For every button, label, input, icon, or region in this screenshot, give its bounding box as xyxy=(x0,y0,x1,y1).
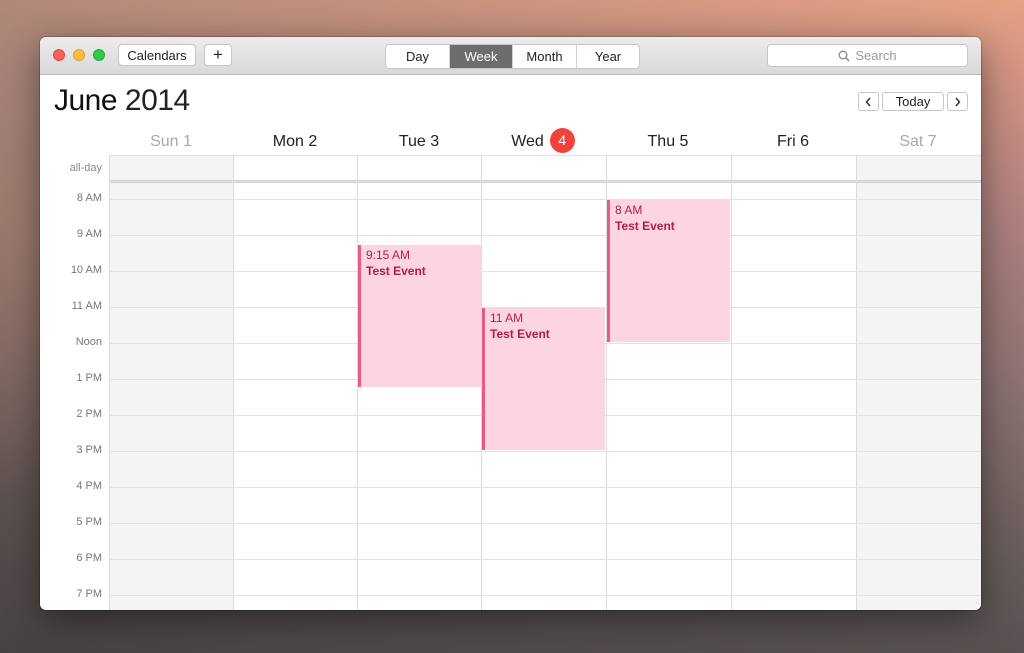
column-divider xyxy=(731,155,732,610)
weekend-column xyxy=(856,155,981,610)
view-week-button[interactable]: Week xyxy=(450,45,513,68)
search-field[interactable]: Search xyxy=(767,44,968,67)
hour-label: 5 PM xyxy=(76,516,102,528)
search-icon xyxy=(838,50,850,61)
hour-line xyxy=(109,523,981,524)
search-placeholder: Search xyxy=(855,48,897,63)
day-header-1[interactable]: Mon 2 xyxy=(233,129,357,155)
day-name: Sat 7 xyxy=(899,133,937,150)
hour-label: 2 PM xyxy=(76,408,102,420)
day-header-5[interactable]: Fri 6 xyxy=(731,129,855,155)
chevron-right-icon xyxy=(955,97,961,106)
day-header-6[interactable]: Sat 7 xyxy=(856,129,980,155)
day-name: Tue 3 xyxy=(398,133,440,150)
calendar-event[interactable]: 8 AM Test Event xyxy=(607,200,730,342)
column-divider xyxy=(109,155,110,610)
toolbar: Calendars + Day Week Month Year Search xyxy=(40,37,981,75)
day-name: Fri 6 xyxy=(777,133,809,150)
hour-label: 7 PM xyxy=(76,588,102,600)
hour-label: 3 PM xyxy=(76,444,102,456)
calendar-event[interactable]: 11 AM Test Event xyxy=(482,308,605,450)
page-title: June 2014 xyxy=(54,84,190,118)
event-title: Test Event xyxy=(490,327,550,341)
hour-line xyxy=(109,559,981,560)
chevron-left-icon xyxy=(865,97,871,106)
today-date-badge: 4 xyxy=(549,128,575,154)
next-week-button[interactable] xyxy=(947,92,968,111)
hour-line xyxy=(109,451,981,452)
view-month-button[interactable]: Month xyxy=(513,45,577,68)
hour-label: 1 PM xyxy=(76,372,102,384)
day-name: Mon 2 xyxy=(272,133,318,150)
week-grid: all-day 8 AM 9 AM 10 AM 11 AM Noon 1 PM 2 PM 3 P… xyxy=(40,155,981,610)
hour-label: Noon xyxy=(75,336,102,348)
hour-label: 4 PM xyxy=(76,480,102,492)
minimize-window-button[interactable] xyxy=(73,49,85,61)
weekend-column xyxy=(109,155,234,610)
day-header-3[interactable]: Wed 4 xyxy=(481,128,605,155)
grid-top-line xyxy=(109,155,981,156)
hour-line xyxy=(109,199,981,200)
column-divider xyxy=(856,155,857,610)
event-title: Test Event xyxy=(366,264,426,278)
allday-label: all-day xyxy=(69,162,102,174)
day-header-0[interactable]: Sun 1 xyxy=(109,129,233,155)
event-title: Test Event xyxy=(615,219,675,233)
hour-line xyxy=(109,235,981,236)
view-year-button[interactable]: Year xyxy=(577,45,639,68)
month-label: June xyxy=(54,84,118,117)
day-name: Thu 5 xyxy=(647,133,689,150)
event-time: 8 AM xyxy=(615,203,643,217)
hour-label: 8 AM xyxy=(76,192,102,204)
day-name: Wed xyxy=(511,133,544,150)
hour-label: 11 AM xyxy=(71,300,102,312)
calendars-button[interactable]: Calendars xyxy=(118,44,196,66)
hour-label: 10 AM xyxy=(70,264,102,276)
view-day-button[interactable]: Day xyxy=(386,45,450,68)
prev-week-button[interactable] xyxy=(858,92,879,111)
half-hour-line xyxy=(109,181,981,182)
hour-line xyxy=(109,271,981,272)
hour-label: 6 PM xyxy=(76,552,102,564)
calendar-event[interactable]: 9:15 AM Test Event xyxy=(358,245,481,387)
hour-label: 9 AM xyxy=(76,228,102,240)
close-window-button[interactable] xyxy=(53,49,65,61)
year-label: 2014 xyxy=(124,84,190,117)
today-button[interactable]: Today xyxy=(882,92,944,111)
column-divider xyxy=(233,155,234,610)
hour-line xyxy=(109,595,981,596)
hour-line xyxy=(109,487,981,488)
calendar-window: Calendars + Day Week Month Year Search J… xyxy=(40,37,981,610)
day-header-4[interactable]: Thu 5 xyxy=(606,129,730,155)
zoom-window-button[interactable] xyxy=(93,49,105,61)
day-name: Sun 1 xyxy=(150,133,192,150)
add-event-button[interactable]: + xyxy=(204,44,232,66)
event-time: 9:15 AM xyxy=(366,248,411,262)
event-time: 11 AM xyxy=(490,311,524,325)
day-header-2[interactable]: Tue 3 xyxy=(357,129,481,155)
view-switcher: Day Week Month Year xyxy=(385,44,640,69)
